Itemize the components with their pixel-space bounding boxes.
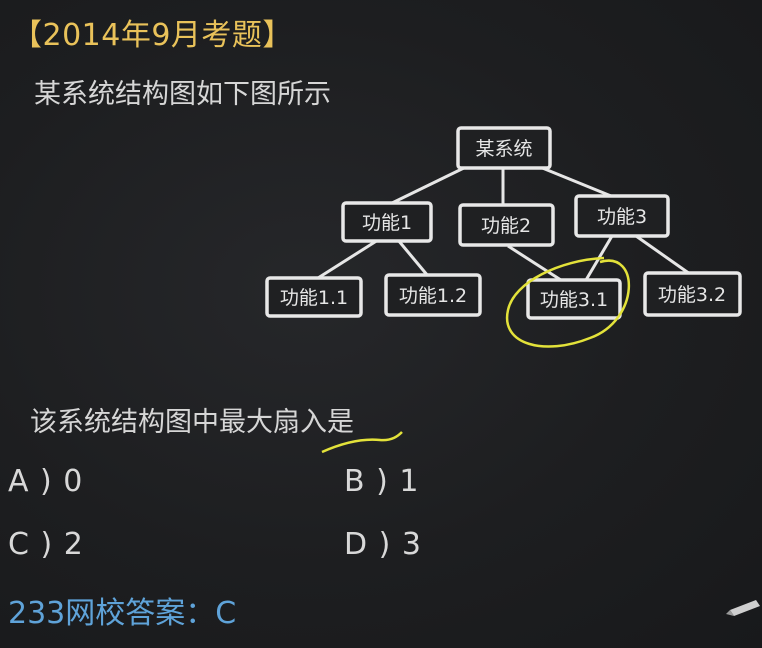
option-a: A ) 0 <box>8 464 84 499</box>
node-f31-label: 功能3.1 <box>540 289 608 311</box>
node-f11: 功能1.1 <box>265 276 363 318</box>
node-f3-label: 功能3 <box>597 206 647 228</box>
edge-f1-f12 <box>396 239 430 277</box>
pen-cursor-icon <box>726 600 760 616</box>
edge-f1-f11 <box>317 238 379 280</box>
node-f2-label: 功能2 <box>481 215 531 237</box>
node-f31: 功能3.1 <box>526 278 622 320</box>
node-f11-label: 功能1.1 <box>280 287 348 309</box>
node-f1-label: 功能1 <box>362 212 412 234</box>
node-f12-label: 功能1.2 <box>399 285 467 307</box>
slide-board: 【2014年9月考题】 某系统结构图如下图所示 某系统 功能1 功能2 功能3 <box>0 0 762 648</box>
node-f1: 功能1 <box>341 201 433 243</box>
option-b: B ) 1 <box>344 464 420 499</box>
edge-root-f3 <box>534 163 617 200</box>
answer-text: 233网校答案：C <box>8 596 237 631</box>
edge-root-f1 <box>389 163 471 206</box>
node-root: 某系统 <box>456 126 552 170</box>
edge-f3-f32 <box>635 234 691 276</box>
node-f12: 功能1.2 <box>384 273 482 317</box>
question-text: 该系统结构图中最大扇入是 <box>30 407 354 438</box>
option-c: C ) 2 <box>8 527 84 562</box>
node-f3: 功能3 <box>574 194 670 238</box>
node-root-label: 某系统 <box>475 138 532 160</box>
node-f32: 功能3.2 <box>643 271 742 317</box>
node-f2: 功能2 <box>458 203 555 247</box>
node-f32-label: 功能3.2 <box>658 284 726 306</box>
option-d: D ) 3 <box>344 527 422 562</box>
